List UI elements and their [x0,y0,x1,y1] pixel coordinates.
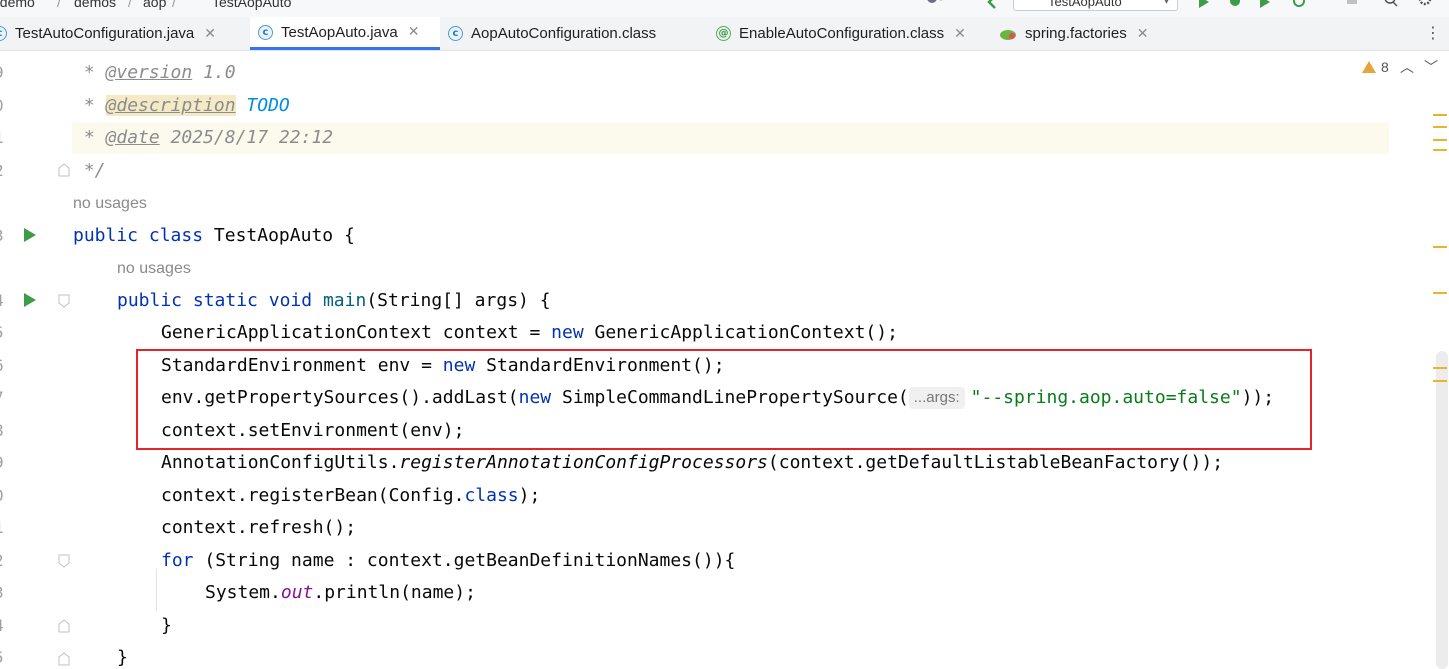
close-icon[interactable]: ✕ [954,26,966,42]
tab-label: TestAutoConfiguration.java [15,25,195,42]
tab-enableautoconfiguration[interactable]: @ EnableAutoConfiguration.class ✕ [710,17,995,50]
tab-testautoconfiguration[interactable]: c TestAutoConfiguration.java ✕ [0,17,244,50]
class-icon: c [448,26,463,41]
line-number: 7 [0,388,14,407]
breadcrumb-separator: / [172,0,176,10]
code-line[interactable]: } [117,642,1389,669]
run-main-gutter-icon[interactable] [24,293,36,307]
line-number: 9 [0,63,14,82]
code-line[interactable]: } [161,610,1389,642]
code-vision-usages[interactable]: no usages [73,187,1389,219]
vertical-scrollbar-thumb[interactable] [1436,351,1448,669]
line-number: 8 [0,421,14,440]
chevron-down-icon: ▾ [1163,0,1169,7]
line-number: 1 [0,518,14,537]
spring-leaf-icon [1000,29,1016,40]
warning-icon [1362,61,1376,73]
code-line[interactable]: */ [73,155,1389,187]
code-line[interactable]: * @version 1.0 [73,57,1389,89]
fold-icon[interactable] [58,554,70,568]
error-stripe-mark[interactable] [1433,149,1447,151]
error-stripe-mark[interactable] [1433,246,1447,248]
previous-highlight-icon[interactable]: ︿ [1400,57,1414,77]
error-stripe-mark[interactable] [1433,292,1447,294]
line-number: 5 [0,323,14,342]
code-vision-usages[interactable]: no usages [117,252,1389,284]
breadcrumb-project[interactable]: gdemo [0,0,35,10]
tab-label: TestAopAuto.java [281,23,398,41]
line-number: 0 [0,96,14,115]
code-line[interactable]: public class TestAopAuto { [73,220,1389,252]
next-highlight-icon[interactable]: ﹀ [1424,57,1438,77]
debug-icon[interactable] [1228,0,1242,10]
line-number: 2 [0,551,14,570]
code-line[interactable]: context.refresh(); [161,512,1389,544]
line-number: 2 [0,161,14,180]
code-line[interactable]: GenericApplicationContext context = new … [161,317,1389,349]
fold-icon[interactable] [58,294,70,308]
editor-tab-bar: c TestAutoConfiguration.java ✕ c TestAop… [0,17,1449,51]
class-icon: c [258,24,273,40]
tab-label: EnableAutoConfiguration.class [739,25,945,42]
code-line[interactable]: context.registerBean(Config.class); [161,480,1389,512]
code-line[interactable]: System.out.println(name); [205,577,1389,609]
highlight-annotation-box [136,349,1312,450]
warning-count: 8 [1381,59,1389,75]
run-configuration-selector[interactable]: TestAopAuto ▾ [1013,0,1178,11]
tab-aopautoconfiguration[interactable]: c AopAutoConfiguration.class [440,17,706,50]
error-stripe-mark[interactable] [1433,139,1447,141]
run-class-gutter-icon[interactable] [24,228,36,242]
code-editor[interactable]: 9 0 1 2 3 4 5 6 7 8 9 0 1 2 3 4 5 * @ver… [0,51,1449,669]
class-icon: c [0,26,7,41]
more-tabs-menu-icon[interactable]: ⋮ [1425,23,1441,42]
navigation-bar: gdemo / demos / aop / TestAopAuto TestAo… [0,0,1449,17]
code-line[interactable]: for (String name : context.getBeanDefini… [161,545,1389,577]
stop-icon[interactable] [1346,0,1360,10]
line-number: 1 [0,128,14,147]
tab-label: AopAutoConfiguration.class [471,25,657,42]
breadcrumb-demos[interactable]: demos [74,0,116,10]
coverage-icon[interactable] [1258,0,1272,10]
settings-gear-icon[interactable] [1418,0,1432,10]
fold-icon[interactable] [58,652,70,666]
run-configuration-label: TestAopAuto [1048,0,1122,9]
breadcrumb-separator: / [57,0,61,10]
close-icon[interactable]: ✕ [408,24,420,40]
search-icon[interactable] [1384,0,1398,10]
line-number: 5 [0,648,14,667]
line-number: 4 [0,291,14,310]
code-line[interactable]: * @description TODO [73,90,1389,122]
code-line[interactable]: AnnotationConfigUtils.registerAnnotation… [161,447,1449,479]
fold-icon[interactable] [58,619,70,633]
inspections-widget[interactable]: 8 [1362,59,1389,75]
run-icon[interactable] [1197,0,1211,10]
line-number: 4 [0,616,14,635]
error-stripe-mark[interactable] [1433,114,1447,116]
code-line[interactable]: public static void main(String[] args) { [117,285,1389,317]
breadcrumb-separator: / [128,0,132,10]
line-number: 3 [0,583,14,602]
tab-label: spring.factories [1025,25,1127,42]
code-line[interactable]: * @date 2025/8/17 22:12 [73,122,1389,154]
tab-testaopauto[interactable]: c TestAopAuto.java ✕ [250,17,440,50]
line-number: 9 [0,453,14,472]
user-icon[interactable] [924,0,946,10]
back-arrow-icon[interactable] [986,0,1000,10]
fold-icon[interactable] [58,163,70,177]
close-icon[interactable]: ✕ [1137,26,1149,42]
line-number: 3 [0,226,14,245]
breadcrumb-file[interactable]: TestAopAuto [212,0,291,10]
error-stripe-mark[interactable] [1433,380,1447,382]
annotation-icon: @ [716,26,731,41]
breadcrumb-aop[interactable]: aop [143,0,166,10]
line-number: 6 [0,356,14,375]
error-stripe-mark[interactable] [1433,126,1447,128]
profile-icon[interactable] [1292,0,1306,10]
tab-spring-factories[interactable]: spring.factories ✕ [995,17,1170,50]
error-stripe-mark[interactable] [1433,367,1447,369]
editor-gutter: 9 0 1 2 3 4 5 6 7 8 9 0 1 2 3 4 5 [0,51,72,669]
close-icon[interactable]: ✕ [204,26,216,42]
indent-guide [156,569,157,611]
line-number: 0 [0,486,14,505]
